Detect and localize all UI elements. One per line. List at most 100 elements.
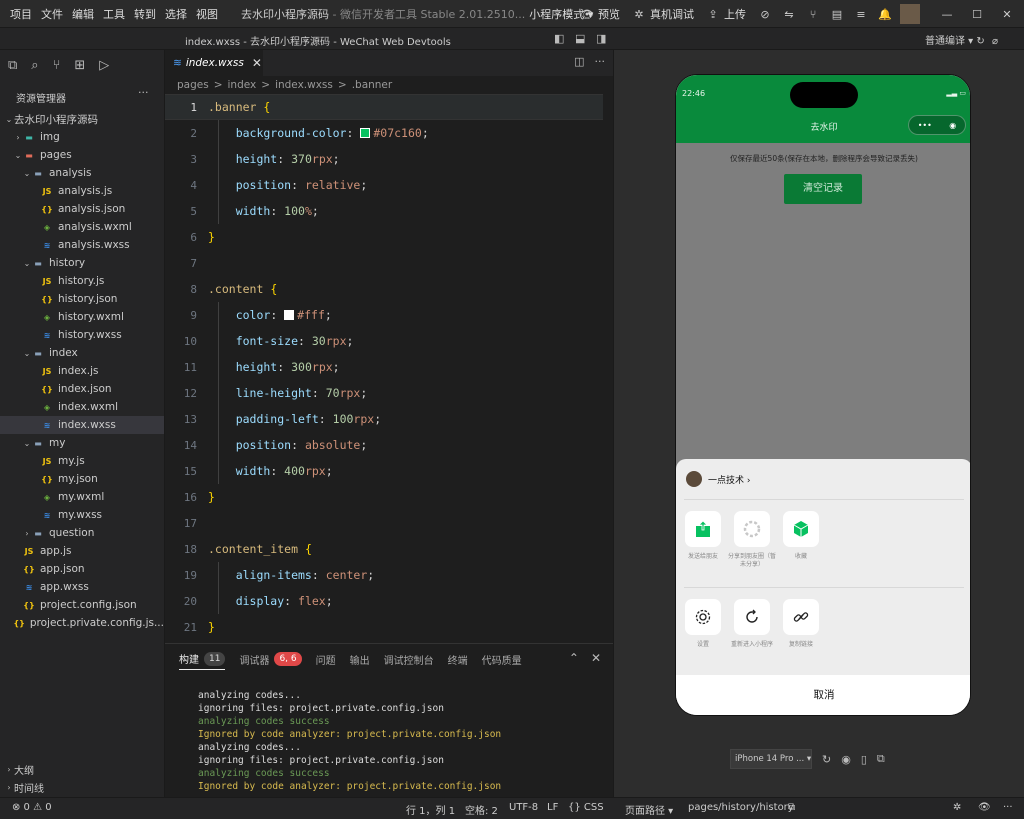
more-icon[interactable]: ··· <box>1003 802 1013 813</box>
share-option[interactable]: 重新进入小程序 <box>727 599 777 649</box>
menu-item[interactable]: 项目 <box>10 6 32 22</box>
tree-item[interactable]: JS app.js <box>0 542 164 560</box>
panel-tab[interactable]: 调试控制台 <box>384 652 434 667</box>
cursor-position[interactable]: 行 1，列 1 <box>406 802 455 817</box>
debug-icon[interactable]: ▷ <box>99 58 109 73</box>
menu-item[interactable]: 转到 <box>134 6 156 22</box>
code-line[interactable]: 13 padding-left: 100rpx; <box>165 406 613 432</box>
problems-count[interactable]: ⊗ 0 ⚠ 0 <box>12 802 52 813</box>
eye-icon[interactable]: 👁 <box>978 802 991 813</box>
menu-item[interactable]: 文件 <box>41 6 63 22</box>
clear-records-button[interactable]: 清空记录 <box>784 174 862 204</box>
code-line[interactable]: 12 line-height: 70rpx; <box>165 380 613 406</box>
tree-root[interactable]: ⌄ 去水印小程序源码 <box>0 110 164 128</box>
tree-item[interactable]: ≋ my.wxss <box>0 506 164 524</box>
capsule-button[interactable]: ••• ◉ <box>908 115 966 135</box>
breadcrumb-item[interactable]: pages <box>177 79 209 91</box>
code-line[interactable]: 1 .banner { <box>165 94 613 120</box>
menu-item[interactable]: 选择 <box>165 6 187 22</box>
share-option[interactable]: 发送给朋友 <box>678 511 728 561</box>
tree-item[interactable]: {} history.json <box>0 290 164 308</box>
tree-item[interactable]: JS my.js <box>0 452 164 470</box>
files-icon[interactable]: ⧉ <box>8 58 17 73</box>
record-icon[interactable]: ◉ <box>841 753 851 766</box>
switch-icon[interactable]: ⇋ <box>780 5 798 23</box>
layout-icon[interactable]: ▤ <box>828 5 846 23</box>
code-line[interactable]: 2 background-color: #07c160; <box>165 120 613 146</box>
panel-tab[interactable]: 终端 <box>448 652 468 667</box>
panel-tab[interactable]: 输出 <box>350 652 370 667</box>
tree-item[interactable]: ≋ index.wxss <box>0 416 164 434</box>
avatar[interactable] <box>900 4 920 24</box>
more-actions-icon[interactable]: ··· <box>595 55 606 68</box>
tree-item[interactable]: ⌄ ▬ pages <box>0 146 164 164</box>
tree-item[interactable]: ⌄ ▬ analysis <box>0 164 164 182</box>
phone-icon[interactable]: ▯ <box>861 753 867 766</box>
debug-bug-icon[interactable]: ✲ <box>953 802 961 813</box>
code-line[interactable]: 20 display: flex; <box>165 588 613 614</box>
panel-toggle-icon[interactable]: ⬓ <box>575 32 585 45</box>
tree-item[interactable]: › ▬ img <box>0 128 164 146</box>
tab-index-wxss[interactable]: ≋ index.wxss ✕ <box>165 50 263 76</box>
page-path-label[interactable]: 页面路径 ▾ <box>625 802 673 817</box>
code-line[interactable]: 6} <box>165 224 613 250</box>
window-icon[interactable]: ⧉ <box>877 752 885 766</box>
code-line[interactable]: 21} <box>165 614 613 640</box>
cancel-button[interactable]: 取消 <box>676 675 970 715</box>
panel-tab[interactable]: 问题 <box>316 652 336 667</box>
tree-item[interactable]: ◈ history.wxml <box>0 308 164 326</box>
sheet-header[interactable]: 一点技术 › <box>686 471 750 487</box>
sidebar-toggle-icon[interactable]: ◧ <box>554 32 564 45</box>
panel-tab[interactable]: 调试器 6, 6 <box>239 652 302 667</box>
split-editor-icon[interactable]: ◫ <box>574 55 584 68</box>
tree-item[interactable]: JS index.js <box>0 362 164 380</box>
panel-tab[interactable]: 构建 11 <box>179 648 226 670</box>
maximize-icon[interactable]: ☐ <box>968 5 986 23</box>
color-swatch[interactable] <box>284 310 295 320</box>
tree-item[interactable]: {} project.private.config.js... <box>0 614 164 632</box>
code-line[interactable]: 16} <box>165 484 613 510</box>
chevron-up-icon[interactable]: ⌃ <box>569 651 579 665</box>
branch-icon[interactable]: ⑂ <box>804 5 822 23</box>
tree-item[interactable]: {} analysis.json <box>0 200 164 218</box>
more-dots-icon[interactable]: ••• <box>918 121 932 130</box>
share-option[interactable]: 分享到朋友圈（暂未分享） <box>727 511 777 569</box>
more-icon[interactable]: ··· <box>138 86 149 99</box>
code-line[interactable]: 19 align-items: center; <box>165 562 613 588</box>
code-line[interactable]: 10 font-size: 30rpx; <box>165 328 613 354</box>
preview-button[interactable]: 👁 预览 <box>578 5 620 23</box>
color-swatch[interactable] <box>360 128 371 138</box>
code-line[interactable]: 9 color: #fff; <box>165 302 613 328</box>
close-icon[interactable]: ✕ <box>998 5 1016 23</box>
code-line[interactable]: 15 width: 400rpx; <box>165 458 613 484</box>
extensions-icon[interactable]: ⊞ <box>74 58 85 73</box>
tree-item[interactable]: JS analysis.js <box>0 182 164 200</box>
code-editor[interactable]: 1 .banner {2 background-color: #07c160; 3 … <box>165 94 613 642</box>
refresh-icon[interactable]: ↻ <box>976 36 984 47</box>
share-option[interactable]: 收藏 <box>776 511 826 561</box>
tree-item[interactable]: {} project.config.json <box>0 596 164 614</box>
stop-icon[interactable]: ⌀ <box>992 36 998 47</box>
real-debug-button[interactable]: ✲ 真机调试 <box>630 5 694 23</box>
eol-setting[interactable]: LF <box>547 802 558 813</box>
code-line[interactable]: 3 height: 370rpx; <box>165 146 613 172</box>
language-mode[interactable]: {} CSS <box>568 802 604 813</box>
bell-icon[interactable]: 🔔 <box>876 5 894 23</box>
tree-item[interactable]: {} index.json <box>0 380 164 398</box>
tree-item[interactable]: ◈ my.wxml <box>0 488 164 506</box>
rotate-icon[interactable]: ↻ <box>822 753 831 766</box>
share-option[interactable]: 复制链接 <box>776 599 826 649</box>
tree-item[interactable]: › ▬ question <box>0 524 164 542</box>
breadcrumb-item[interactable]: .banner <box>352 79 393 91</box>
indent-setting[interactable]: 空格: 2 <box>465 802 498 817</box>
tree-item[interactable]: ⌄ ▬ history <box>0 254 164 272</box>
tree-item[interactable]: JS history.js <box>0 272 164 290</box>
breadcrumb-item[interactable]: index.wxss <box>275 79 333 91</box>
upload-button[interactable]: ⇪ 上传 <box>704 5 746 23</box>
device-select[interactable]: iPhone 14 Pro ... ▾ <box>730 749 812 769</box>
code-line[interactable]: 18 .content_item { <box>165 536 613 562</box>
close-panel-icon[interactable]: ✕ <box>591 651 601 665</box>
panel-tab[interactable]: 代码质量 <box>482 652 522 667</box>
outline-section[interactable]: › 大纲 <box>0 760 164 778</box>
code-line[interactable]: 5 width: 100%; <box>165 198 613 224</box>
